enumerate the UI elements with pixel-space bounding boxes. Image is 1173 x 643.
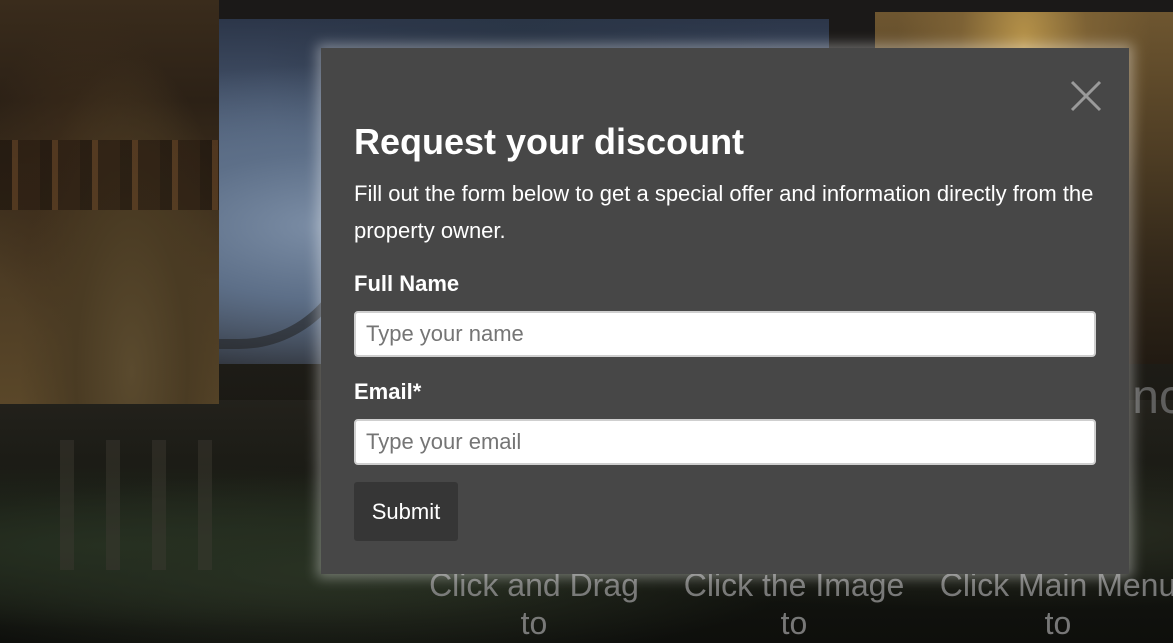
email-label: Email* [354, 379, 422, 404]
hint-line2: to [780, 605, 808, 641]
hint-click-image: Click the Image to [672, 566, 916, 642]
hint-line2: to [1044, 605, 1072, 641]
full-name-input[interactable] [354, 311, 1096, 357]
email-input[interactable] [354, 419, 1096, 465]
background-pillars [60, 440, 240, 570]
close-button[interactable] [1069, 79, 1103, 113]
full-name-label: Full Name [354, 271, 460, 296]
hint-click-main-menu: Click Main Menu to [928, 566, 1173, 642]
close-icon [1070, 80, 1102, 112]
page-background: nc Click and Drag to Click the Image to … [0, 0, 1173, 643]
panorama-thumbnail-left[interactable] [0, 0, 219, 404]
hint-click-and-drag: Click and Drag to [418, 566, 650, 642]
modal-title: Request your discount [354, 121, 745, 162]
discount-request-modal: Request your discount Fill out the form … [321, 48, 1129, 574]
background-partial-text: nc [1132, 371, 1173, 424]
hint-line2: to [520, 605, 548, 641]
submit-button[interactable]: Submit [354, 482, 458, 541]
modal-description: Fill out the form below to get a special… [354, 181, 1094, 243]
